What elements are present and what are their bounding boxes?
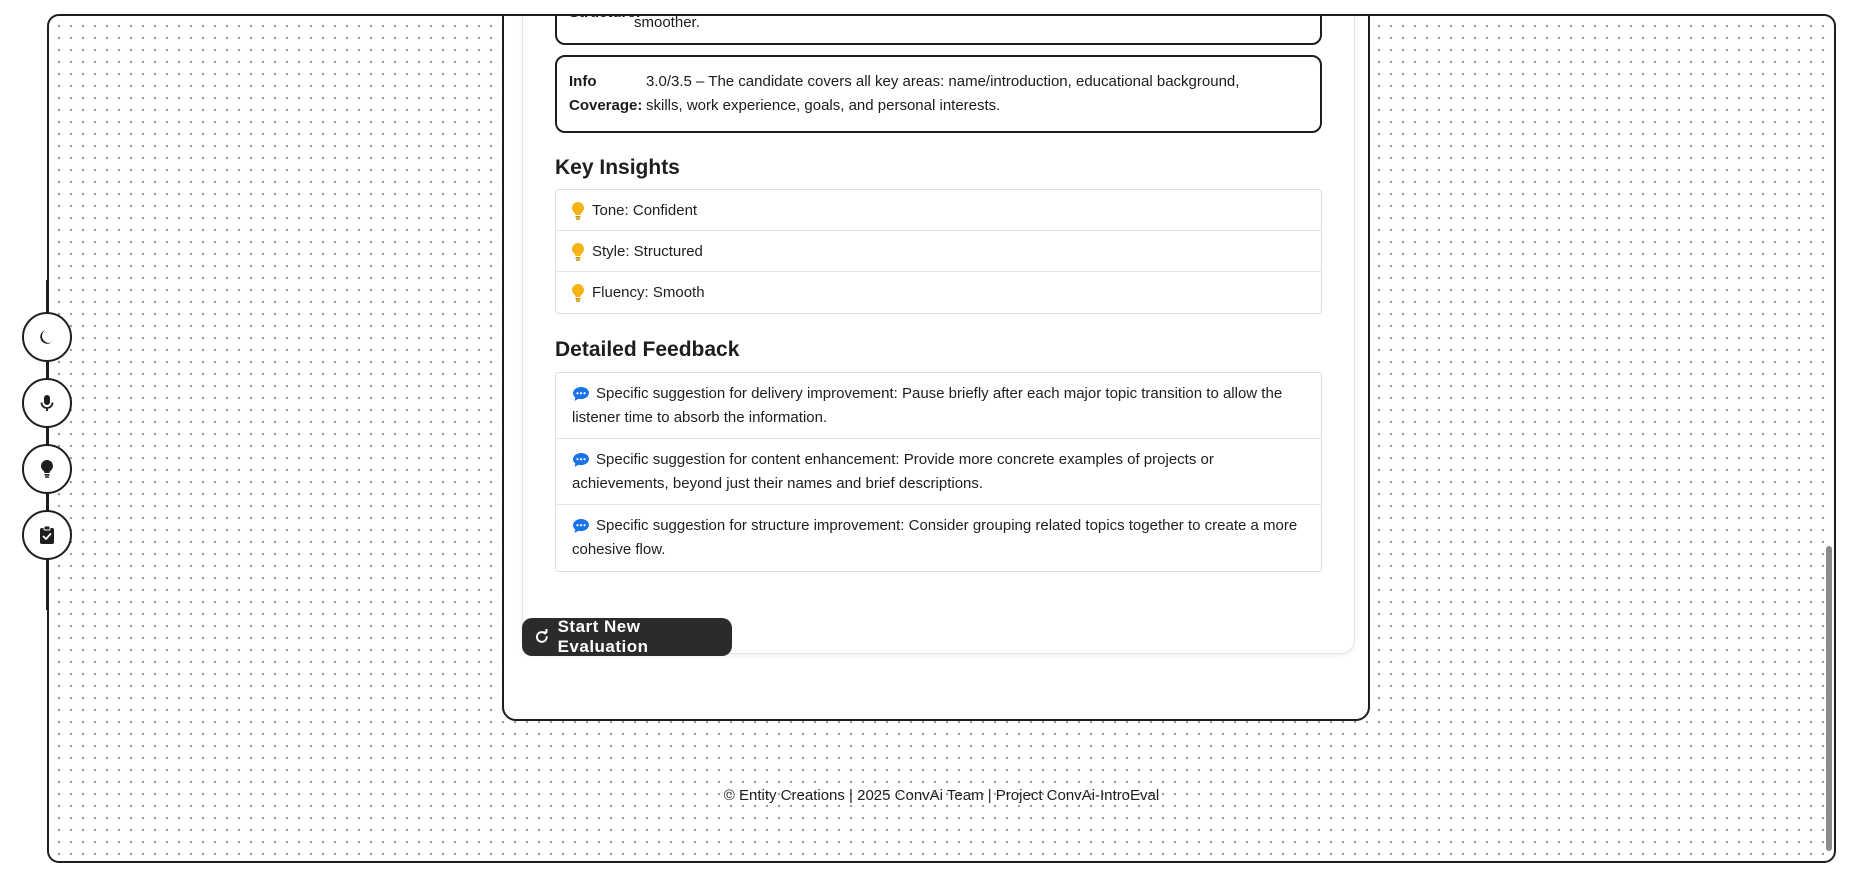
microphone-icon (40, 395, 54, 411)
key-insights-list: Tone: Confident Style: Structured Fluenc… (555, 189, 1322, 314)
lightbulb-icon (572, 243, 584, 261)
metric-structure: Structure: smoother. (555, 14, 1322, 45)
results-card: Structure: smoother. Info Coverage: 3.0/… (522, 14, 1355, 654)
start-new-evaluation-label: Start New Evaluation (557, 617, 649, 656)
chat-bubble-icon (573, 519, 589, 533)
feedback-item-text: Specific suggestion for structure improv… (572, 517, 1298, 558)
detailed-feedback-list: Specific suggestion for delivery improve… (555, 372, 1322, 572)
insight-item: Tone: Confident (556, 190, 1321, 231)
theme-toggle-button[interactable] (22, 312, 72, 362)
chat-bubble-icon (573, 387, 589, 401)
lightbulb-icon (41, 460, 53, 478)
moon-icon (40, 330, 54, 344)
feedback-item: Specific suggestion for structure improv… (556, 505, 1321, 571)
detailed-feedback-title: Detailed Feedback (555, 338, 740, 361)
key-insights-title: Key Insights (555, 156, 680, 179)
metric-info-coverage-text: 3.0/3.5 – The candidate covers all key a… (646, 73, 1240, 114)
feedback-item: Specific suggestion for delivery improve… (556, 373, 1321, 439)
insight-item: Style: Structured (556, 231, 1321, 272)
feedback-item: Specific suggestion for content enhancem… (556, 439, 1321, 505)
results-panel: Structure: smoother. Info Coverage: 3.0/… (502, 14, 1370, 721)
scrollbar[interactable] (1824, 16, 1832, 861)
metric-structure-text: smoother. (634, 14, 700, 31)
feedback-item-text: Specific suggestion for delivery improve… (572, 385, 1283, 426)
insight-item: Fluency: Smooth (556, 272, 1321, 313)
metric-structure-label: Structure: (557, 16, 641, 43)
insight-item-label: Fluency: Smooth (592, 284, 705, 301)
insight-item-label: Style: Structured (592, 243, 703, 260)
refresh-icon (536, 629, 548, 643)
chat-bubble-icon (573, 453, 589, 467)
microphone-button[interactable] (22, 378, 72, 428)
feedback-item-text: Specific suggestion for content enhancem… (572, 451, 1214, 492)
app-frame: Structure: smoother. Info Coverage: 3.0/… (47, 14, 1836, 863)
metric-info-coverage: Info Coverage: 3.0/3.5 – The candidate c… (555, 55, 1322, 133)
lightbulb-icon (572, 284, 584, 302)
metric-info-coverage-label: Info Coverage: (569, 73, 643, 114)
start-new-evaluation-button[interactable]: Start New Evaluation (522, 617, 732, 656)
evaluation-button[interactable] (22, 510, 72, 560)
lightbulb-icon (572, 202, 584, 220)
insights-button[interactable] (22, 444, 72, 494)
scrollbar-thumb[interactable] (1826, 546, 1832, 851)
clipboard-check-icon (40, 525, 54, 544)
footer-text: © Entity Creations | 2025 ConvAi Team | … (723, 787, 1160, 804)
insight-item-label: Tone: Confident (592, 202, 698, 219)
